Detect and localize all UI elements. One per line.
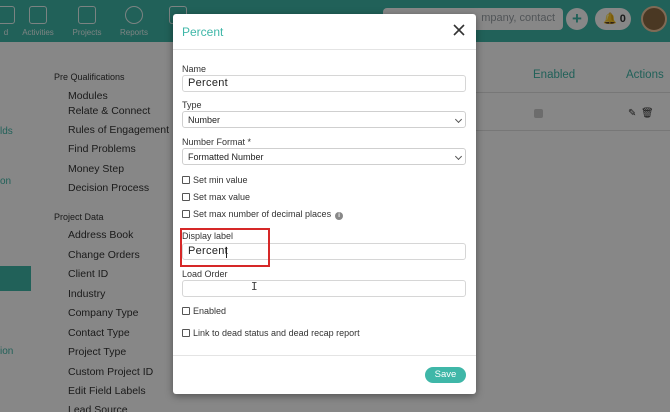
name-input[interactable]: Percent bbox=[182, 75, 466, 92]
set-max-decimals-label: Set max number of decimal places bbox=[193, 209, 332, 219]
name-label: Name bbox=[182, 64, 207, 74]
number-format-select-value: Formatted Number bbox=[188, 152, 264, 162]
number-format-select[interactable]: Formatted Number bbox=[182, 148, 466, 165]
set-max-value-checkbox[interactable] bbox=[182, 193, 190, 201]
ibeam-cursor-icon: I bbox=[251, 280, 258, 293]
save-button[interactable]: Save bbox=[425, 367, 466, 383]
set-max-decimals-option[interactable]: Set max number of decimal places i bbox=[182, 209, 344, 221]
set-min-value-checkbox[interactable] bbox=[182, 176, 190, 184]
set-max-value-label: Set max value bbox=[193, 192, 251, 202]
type-select[interactable]: Number bbox=[182, 111, 466, 128]
number-format-label: Number Format * bbox=[182, 137, 252, 147]
link-dead-status-label: Link to dead status and dead recap repor… bbox=[193, 328, 360, 338]
close-icon[interactable] bbox=[451, 22, 467, 38]
info-icon[interactable]: i bbox=[335, 212, 344, 220]
modal-header: Percent bbox=[173, 14, 476, 50]
modal-footer-divider bbox=[173, 355, 476, 356]
modal-title: Percent bbox=[182, 25, 224, 39]
load-order-input[interactable] bbox=[182, 280, 466, 297]
type-label: Type bbox=[182, 100, 202, 110]
type-select-value: Number bbox=[188, 115, 221, 125]
link-dead-status-option[interactable]: Link to dead status and dead recap repor… bbox=[182, 328, 360, 340]
set-max-value-option[interactable]: Set max value bbox=[182, 192, 250, 204]
chevron-down-icon bbox=[454, 152, 463, 161]
load-order-label: Load Order bbox=[182, 269, 228, 279]
enabled-option[interactable]: Enabled bbox=[182, 306, 226, 318]
chevron-down-icon bbox=[454, 115, 463, 124]
set-max-decimals-checkbox[interactable] bbox=[182, 210, 190, 218]
set-min-value-label: Set min value bbox=[193, 175, 248, 185]
enabled-label: Enabled bbox=[193, 306, 227, 316]
enabled-checkbox[interactable] bbox=[182, 307, 190, 315]
highlight-box bbox=[180, 228, 270, 267]
set-min-value-option[interactable]: Set min value bbox=[182, 175, 248, 187]
edit-field-modal: Percent Name Percent Type Number Number … bbox=[173, 14, 476, 394]
link-dead-status-checkbox[interactable] bbox=[182, 329, 190, 337]
